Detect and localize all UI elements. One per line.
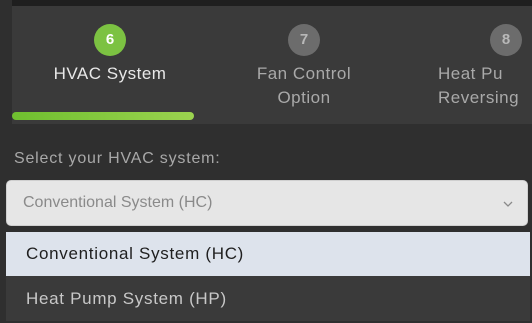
hvac-system-dropdown: Conventional System (HC) Heat Pump Syste… xyxy=(6,232,530,321)
progress-fill xyxy=(12,112,194,120)
option-heat-pump-system[interactable]: Heat Pump System (HP) xyxy=(6,277,530,321)
step-label-line2: Option xyxy=(277,88,331,107)
step-label: Heat Pu xyxy=(438,64,503,83)
hvac-select-prompt: Select your HVAC system: xyxy=(14,150,221,167)
step-label: HVAC System xyxy=(53,64,167,83)
step-number: 8 xyxy=(490,24,522,56)
step-fan-control-option[interactable]: 7 Fan Control Option xyxy=(214,24,394,110)
step-label-line2: Reversing xyxy=(438,88,520,107)
step-hvac-system[interactable]: 6 HVAC System xyxy=(20,24,200,86)
hvac-system-select[interactable]: Conventional System (HC) xyxy=(6,180,528,226)
step-label: Fan Control xyxy=(256,64,352,83)
chevron-down-icon[interactable] xyxy=(503,199,513,209)
select-value: Conventional System (HC) xyxy=(23,194,213,211)
option-conventional-system[interactable]: Conventional System (HC) xyxy=(6,232,530,276)
progress-bar xyxy=(12,112,532,124)
step-number: 6 xyxy=(94,24,126,56)
step-heat-pump-reversing[interactable]: 8 Heat Pu Reversing xyxy=(416,24,532,110)
step-number: 7 xyxy=(288,24,320,56)
stepper: 6 HVAC System 7 Fan Control Option 8 Hea… xyxy=(12,0,532,124)
